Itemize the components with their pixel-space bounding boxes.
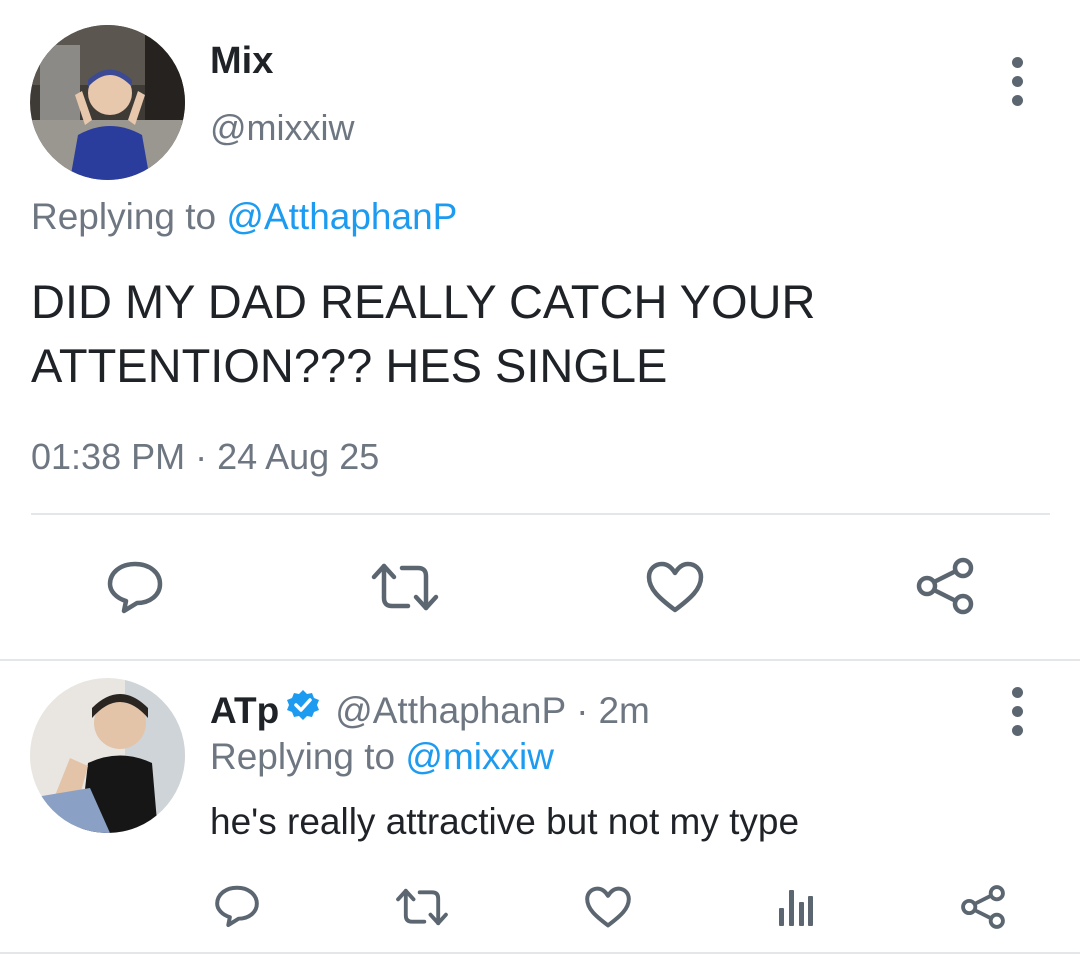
- section-divider: [0, 659, 1080, 661]
- verified-badge-icon: [285, 688, 321, 733]
- more-options-icon[interactable]: [1009, 687, 1025, 736]
- reply-icon[interactable]: [214, 884, 260, 928]
- avatar[interactable]: [30, 25, 185, 180]
- retweet-icon[interactable]: [370, 560, 440, 614]
- bottom-divider: [0, 952, 1080, 954]
- user-handle[interactable]: @AtthaphanP: [335, 690, 566, 732]
- separator: ·: [576, 689, 589, 731]
- more-options-icon[interactable]: [1009, 57, 1025, 106]
- share-icon[interactable]: [915, 557, 975, 615]
- replying-to-handle-link[interactable]: @AtthaphanP: [226, 196, 457, 237]
- retweet-icon[interactable]: [395, 886, 449, 928]
- tweet-text: DID MY DAD REALLY CATCH YOUR ATTENTION??…: [31, 270, 815, 398]
- tweet-timestamp[interactable]: 01:38 PM · 24 Aug 25: [31, 436, 379, 478]
- display-name[interactable]: Mix: [210, 40, 273, 83]
- replying-to: Replying to @AtthaphanP: [31, 196, 457, 238]
- like-icon[interactable]: [584, 885, 632, 929]
- divider: [31, 513, 1050, 515]
- user-handle[interactable]: @mixxiw: [210, 107, 355, 149]
- share-icon[interactable]: [960, 884, 1006, 930]
- replying-to: Replying to @mixxiw: [210, 736, 554, 778]
- tweet-text: he's really attractive but not my type: [210, 801, 800, 842]
- reply-header: ATp @AtthaphanP · 2m: [210, 688, 650, 733]
- avatar[interactable]: [30, 678, 185, 833]
- replying-to-label: Replying to: [210, 736, 396, 777]
- tweet-text-line: ATTENTION??? HES SINGLE: [31, 339, 668, 392]
- display-name[interactable]: ATp: [210, 690, 279, 732]
- tweet-age[interactable]: 2m: [598, 690, 649, 732]
- tweet-text-line: DID MY DAD REALLY CATCH YOUR: [31, 275, 816, 328]
- reply-icon[interactable]: [106, 560, 164, 614]
- replying-to-handle-link[interactable]: @mixxiw: [405, 736, 554, 777]
- like-icon[interactable]: [645, 560, 705, 614]
- analytics-icon[interactable]: [776, 886, 816, 928]
- replying-to-label: Replying to: [31, 196, 217, 237]
